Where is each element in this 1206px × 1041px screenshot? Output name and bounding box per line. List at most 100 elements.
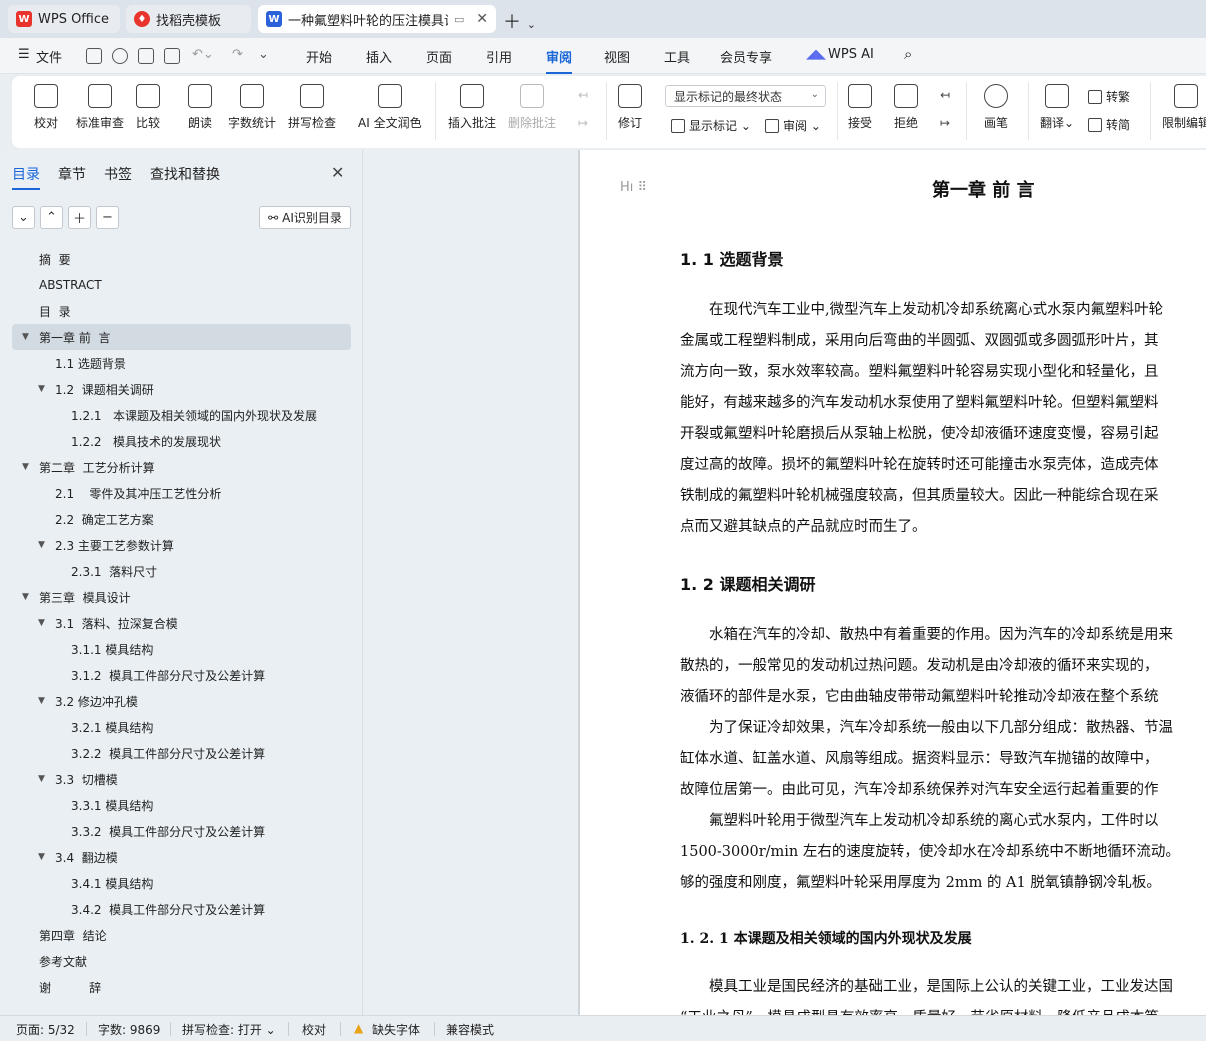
remove-heading-button[interactable]: − bbox=[96, 206, 119, 229]
share-icon[interactable] bbox=[112, 48, 128, 64]
toc-item[interactable]: ▼ 1.2 课题相关调研 bbox=[12, 376, 351, 402]
toc-item[interactable]: 参考文献 bbox=[12, 948, 351, 974]
word-count-button[interactable]: 字数统计 bbox=[228, 84, 276, 131]
toc-item[interactable]: ▼ 第三章 模具设计 bbox=[12, 584, 351, 610]
search-icon[interactable]: ⌕ bbox=[904, 45, 912, 63]
tab-wps-office[interactable]: W WPS Office bbox=[8, 5, 120, 33]
toc-item[interactable]: ▼ 2.3 主要工艺参数计算 bbox=[12, 532, 351, 558]
toc-item[interactable]: ▼ 第二章 工艺分析计算 bbox=[12, 454, 351, 480]
ai-polish-button[interactable]: AI 全文润色 bbox=[358, 84, 422, 131]
expand-triangle-icon[interactable]: ▼ bbox=[38, 384, 45, 394]
toc-item[interactable]: 2.3.1 落料尺寸 bbox=[12, 558, 351, 584]
tab-docer[interactable]: ♦ 找稻壳模板 bbox=[126, 5, 251, 33]
toc-item[interactable]: 3.1.1 模具结构 bbox=[12, 636, 351, 662]
nav-tab-bookmarks[interactable]: 书签 bbox=[104, 164, 132, 184]
to-simplified-button[interactable]: 转简 bbox=[1088, 116, 1130, 133]
toc-item[interactable]: 1.1 选题背景 bbox=[12, 350, 351, 376]
toc-item[interactable]: 3.4.1 模具结构 bbox=[12, 870, 351, 896]
toc-item[interactable]: ▼ 3.2 修边冲孔模 bbox=[12, 688, 351, 714]
show-markup-button[interactable]: 显示标记 ⌄ bbox=[671, 117, 751, 134]
toc-item[interactable]: 1.2.2 模具技术的发展现状 bbox=[12, 428, 351, 454]
toc-item[interactable]: 3.2.1 模具结构 bbox=[12, 714, 351, 740]
new-tab-icon[interactable]: ＋ ⌄ bbox=[503, 8, 536, 34]
to-traditional-button[interactable]: 转繁 bbox=[1088, 88, 1130, 105]
menu-view[interactable]: 视图 bbox=[604, 47, 630, 66]
page-count[interactable]: 页面: 5/32 bbox=[16, 1021, 75, 1038]
nav-tab-toc[interactable]: 目录 bbox=[12, 164, 40, 190]
expand-triangle-icon[interactable]: ▼ bbox=[22, 592, 29, 602]
prev-comment-icon[interactable]: ↤ bbox=[578, 88, 588, 102]
toc-item[interactable]: 3.3.2 模具工件部分尺寸及公差计算 bbox=[12, 818, 351, 844]
toc-item[interactable]: 摘 要 bbox=[12, 246, 351, 272]
expand-up-button[interactable]: ⌃ bbox=[40, 206, 63, 229]
expand-triangle-icon[interactable]: ▼ bbox=[22, 332, 29, 342]
nav-tab-chapters[interactable]: 章节 bbox=[58, 164, 86, 184]
pen-button[interactable]: 画笔 bbox=[984, 84, 1008, 131]
toc-item[interactable]: ▼ 第一章 前 言 bbox=[12, 324, 351, 350]
menu-wps-ai[interactable]: WPS AI bbox=[828, 47, 874, 62]
word-count[interactable]: 字数: 9869 bbox=[98, 1021, 160, 1038]
next-change-icon[interactable]: ↦ bbox=[940, 116, 950, 130]
standard-review-button[interactable]: 标准审查 bbox=[76, 84, 124, 131]
menu-file[interactable]: 文件 bbox=[36, 47, 62, 66]
missing-font-status[interactable]: 缺失字体 bbox=[372, 1021, 420, 1038]
toc-item[interactable]: 3.1.2 模具工件部分尺寸及公差计算 bbox=[12, 662, 351, 688]
menu-page[interactable]: 页面 bbox=[426, 47, 452, 66]
prev-change-icon[interactable]: ↤ bbox=[940, 88, 950, 102]
toc-item[interactable]: 3.3.1 模具结构 bbox=[12, 792, 351, 818]
spell-check-button[interactable]: 拼写检查 bbox=[288, 84, 336, 131]
review-pane-button[interactable]: 审阅 ⌄ bbox=[765, 117, 821, 134]
nav-tab-find-replace[interactable]: 查找和替换 bbox=[150, 164, 220, 184]
undo-icon[interactable]: ↶⌄ bbox=[192, 47, 214, 62]
hamburger-icon[interactable]: ☰ bbox=[18, 47, 30, 62]
proofread-status[interactable]: 校对 bbox=[302, 1021, 326, 1038]
ai-toc-button[interactable]: ⚯ AI识别目录 bbox=[259, 206, 351, 229]
toc-item[interactable]: 3.2.2 模具工件部分尺寸及公差计算 bbox=[12, 740, 351, 766]
reject-button[interactable]: 拒绝 bbox=[894, 84, 918, 131]
toc-item[interactable]: ▼ 3.3 切槽模 bbox=[12, 766, 351, 792]
menu-tools[interactable]: 工具 bbox=[664, 47, 690, 66]
read-aloud-button[interactable]: 朗读 bbox=[188, 84, 212, 131]
toc-item[interactable]: 3.4.2 模具工件部分尺寸及公差计算 bbox=[12, 896, 351, 922]
more-quick-icon[interactable]: ⌄ bbox=[258, 47, 269, 62]
markup-mode-select[interactable]: 显示标记的最终状态 ⌄ bbox=[665, 85, 826, 107]
toc-item[interactable]: 目 录 bbox=[12, 298, 351, 324]
translate-button[interactable]: 翻译⌄ bbox=[1040, 84, 1074, 131]
expand-triangle-icon[interactable]: ▼ bbox=[38, 696, 45, 706]
tab-document[interactable]: W 一种氟塑料叶轮的压注模具设 ▭ ✕ bbox=[258, 5, 496, 33]
menu-home[interactable]: 开始 bbox=[306, 47, 332, 66]
add-heading-button[interactable]: ＋ bbox=[68, 206, 91, 229]
save-icon[interactable] bbox=[86, 48, 102, 64]
print-preview-icon[interactable] bbox=[164, 48, 180, 64]
insert-comment-button[interactable]: 插入批注 bbox=[448, 84, 496, 131]
expand-triangle-icon[interactable]: ▼ bbox=[38, 618, 45, 628]
toc-item[interactable]: 谢 辞 bbox=[12, 974, 351, 1000]
expand-triangle-icon[interactable]: ▼ bbox=[22, 462, 29, 472]
toc-item[interactable]: 1.2.1 本课题及相关领域的国内外现状及发展 bbox=[12, 402, 351, 428]
menu-reference[interactable]: 引用 bbox=[486, 47, 512, 66]
expand-triangle-icon[interactable]: ▼ bbox=[38, 852, 45, 862]
compat-mode-status[interactable]: 兼容模式 bbox=[446, 1021, 494, 1038]
toc-item[interactable]: ABSTRACT bbox=[12, 272, 351, 298]
menu-insert[interactable]: 插入 bbox=[366, 47, 392, 66]
accept-button[interactable]: 接受 bbox=[848, 84, 872, 131]
close-tab-icon[interactable]: ✕ bbox=[476, 11, 488, 27]
toc-item[interactable]: 2.1 零件及其冲压工艺性分析 bbox=[12, 480, 351, 506]
spell-check-status[interactable]: 拼写检查: 打开 ⌄ bbox=[182, 1021, 276, 1038]
delete-comment-button[interactable]: 删除批注 bbox=[508, 84, 556, 131]
next-comment-icon[interactable]: ↦ bbox=[578, 116, 588, 130]
compare-button[interactable]: 比较 bbox=[136, 84, 160, 131]
print-icon[interactable] bbox=[138, 48, 154, 64]
collapse-all-button[interactable]: ⌄ bbox=[12, 206, 35, 229]
redo-icon[interactable]: ↷ bbox=[232, 47, 243, 62]
toc-item[interactable]: ▼ 3.1 落料、拉深复合模 bbox=[12, 610, 351, 636]
expand-triangle-icon[interactable]: ▼ bbox=[38, 540, 45, 550]
toc-item[interactable]: ▼ 3.4 翻边模 bbox=[12, 844, 351, 870]
revise-button[interactable]: 修订 bbox=[618, 84, 642, 131]
toc-item[interactable]: 2.2 确定工艺方案 bbox=[12, 506, 351, 532]
menu-member[interactable]: 会员专享 bbox=[720, 47, 772, 66]
document-page[interactable]: Hı ⠿ 第一章 前 言 1. 1 选题背景 在现代汽车工业中,微型汽车上发动机… bbox=[580, 150, 1206, 1015]
proofread-button[interactable]: 校对 bbox=[34, 84, 58, 131]
monitor-icon[interactable]: ▭ bbox=[454, 13, 464, 26]
close-icon[interactable]: ✕ bbox=[331, 163, 344, 182]
